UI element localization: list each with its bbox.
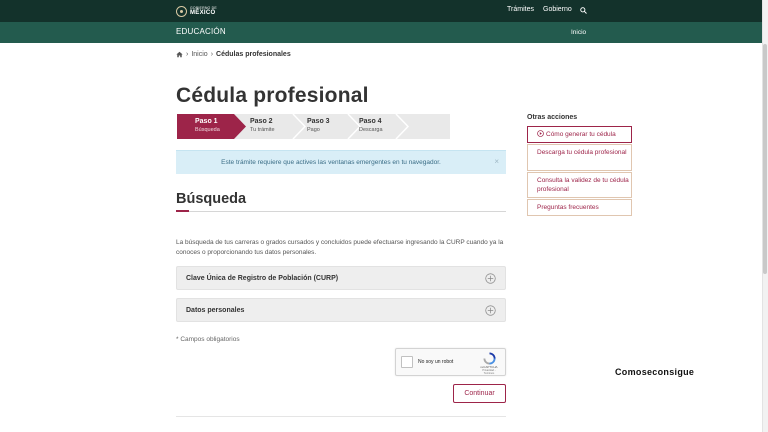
logo-line2: MÉXICO bbox=[190, 10, 216, 16]
sidebar-item-label: Preguntas frecuentes bbox=[537, 204, 599, 211]
bottom-divider bbox=[176, 416, 506, 417]
step-2-subtitle: Tu trámite bbox=[250, 127, 275, 133]
recaptcha-label: No soy un robot bbox=[418, 359, 454, 365]
gobierno-mexico-logo[interactable]: GOBIERNO DE MÉXICO bbox=[176, 5, 217, 17]
sidebar-item-label: Consulta la validez de tu cédula profesi… bbox=[537, 177, 629, 193]
section-home-link[interactable]: Inicio bbox=[571, 29, 586, 36]
sidebar-item-descarga[interactable]: Descarga tu cédula profesional bbox=[527, 144, 632, 171]
sidebar-item-label: Descarga tu cédula profesional bbox=[537, 149, 627, 156]
nav-link-tramites[interactable]: Trámites bbox=[507, 6, 534, 13]
recaptcha-logo-icon bbox=[483, 352, 496, 365]
seal-icon bbox=[176, 5, 187, 17]
breadcrumb-current: Cédulas profesionales bbox=[216, 51, 291, 58]
step-3-title: Paso 3 bbox=[307, 118, 330, 125]
continue-button[interactable]: Continuar bbox=[453, 384, 506, 403]
step-1-subtitle: Búsqueda bbox=[195, 127, 220, 133]
recaptcha-checkbox[interactable] bbox=[401, 356, 413, 368]
top-navbar bbox=[0, 0, 768, 22]
page-title: Cédula profesional bbox=[176, 84, 369, 107]
sidebar-item-consulta[interactable]: Consulta la validez de tu cédula profesi… bbox=[527, 172, 632, 198]
title-accent-line bbox=[176, 210, 189, 212]
search-intro-text: La búsqueda de tus carreras o grados cur… bbox=[176, 239, 504, 256]
plus-circle-icon[interactable] bbox=[485, 305, 496, 316]
search-icon[interactable] bbox=[580, 7, 587, 14]
accordion-datos-personales[interactable]: Datos personales bbox=[176, 298, 506, 322]
home-icon[interactable] bbox=[176, 51, 183, 58]
breadcrumb-separator: › bbox=[186, 51, 189, 58]
search-section-title: Búsqueda bbox=[176, 191, 247, 207]
scrollbar-thumb[interactable] bbox=[763, 44, 767, 274]
sidebar-item-como-generar[interactable]: Cómo generar tu cédula bbox=[527, 126, 632, 143]
close-icon[interactable]: × bbox=[494, 157, 499, 166]
title-divider bbox=[189, 211, 506, 212]
recaptcha-terms[interactable]: Privacidad - Términos bbox=[478, 369, 500, 375]
popup-alert: Este trámite requiere que actives las ve… bbox=[176, 150, 506, 174]
sidebar-item-preguntas[interactable]: Preguntas frecuentes bbox=[527, 199, 632, 216]
step-3-subtitle: Pago bbox=[307, 127, 320, 133]
accordion-curp-label: Clave Única de Registro de Población (CU… bbox=[186, 275, 339, 282]
play-circle-icon bbox=[537, 130, 544, 137]
plus-circle-icon[interactable] bbox=[485, 273, 496, 284]
step-4-title: Paso 4 bbox=[359, 118, 382, 125]
sidebar-title: Otras acciones bbox=[527, 114, 578, 121]
step-4-subtitle: Descarga bbox=[359, 127, 383, 133]
sidebar-item-label: Cómo generar tu cédula bbox=[546, 131, 616, 138]
section-title: EDUCACIÓN bbox=[176, 27, 226, 36]
progress-steps: Paso 1 Búsqueda Paso 2 Tu trámite Paso 3… bbox=[177, 114, 450, 139]
breadcrumb: › Inicio › Cédulas profesionales bbox=[176, 51, 291, 58]
step-1-title: Paso 1 bbox=[195, 118, 218, 125]
accordion-datos-label: Datos personales bbox=[186, 307, 245, 314]
required-fields-note: * Campos obligatorios bbox=[176, 336, 240, 343]
accordion-curp[interactable]: Clave Única de Registro de Población (CU… bbox=[176, 266, 506, 290]
step-2-title: Paso 2 bbox=[250, 118, 273, 125]
breadcrumb-inicio[interactable]: Inicio bbox=[191, 51, 207, 58]
nav-link-gobierno[interactable]: Gobierno bbox=[543, 6, 572, 13]
breadcrumb-separator: › bbox=[210, 51, 214, 58]
section-header-bar bbox=[0, 22, 768, 43]
recaptcha-widget: No soy un robot reCAPTCHA Privacidad - T… bbox=[395, 348, 506, 376]
alert-text: Este trámite requiere que actives las ve… bbox=[221, 159, 441, 166]
watermark-text: Comoseconsigue bbox=[615, 367, 695, 377]
